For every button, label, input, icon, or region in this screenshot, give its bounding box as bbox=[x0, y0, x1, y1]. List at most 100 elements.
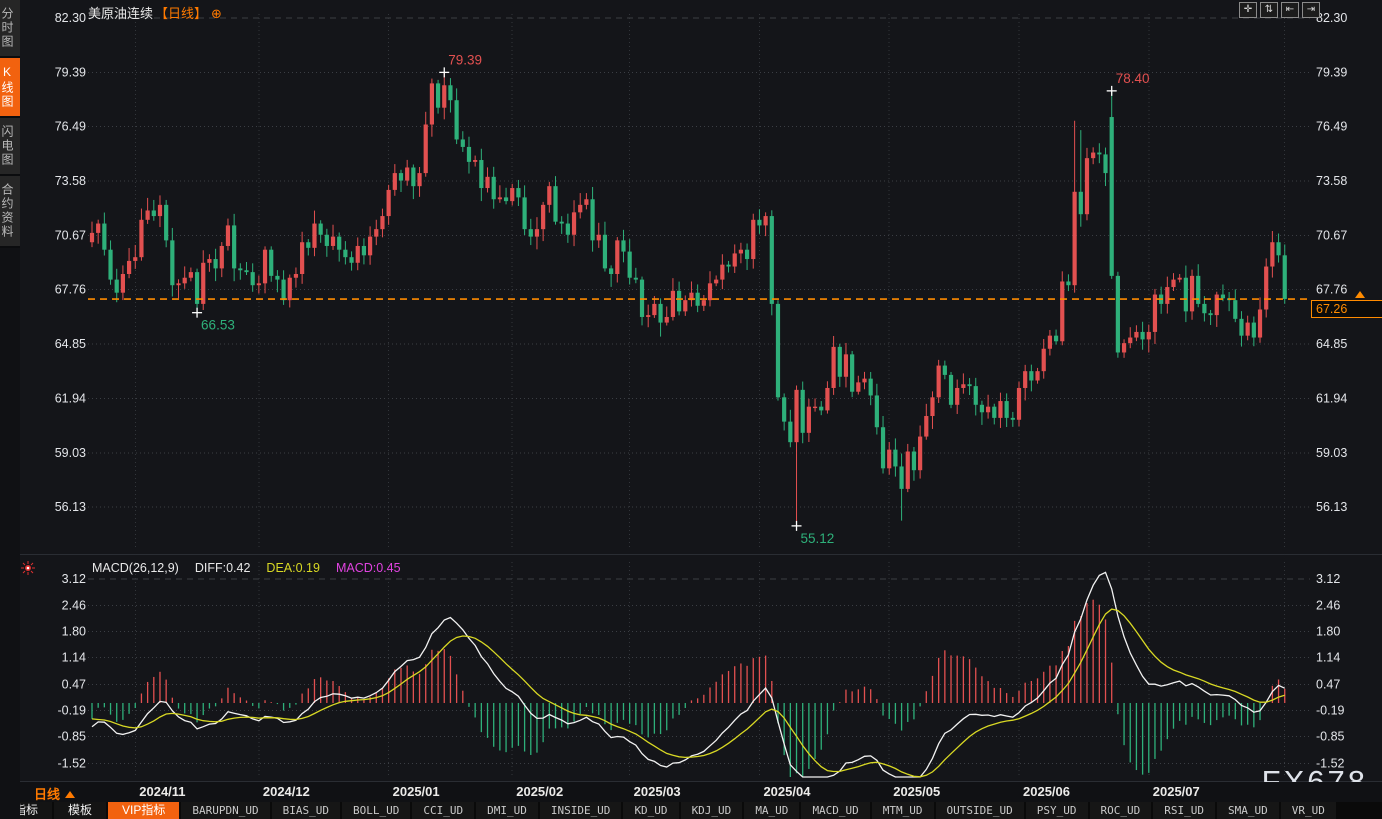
indicator-button-inside_ud[interactable]: INSIDE_UD bbox=[540, 802, 622, 819]
indicator-button-ma_ud[interactable]: MA_UD bbox=[744, 802, 799, 819]
macd-tick-label: 0.47 bbox=[1316, 677, 1340, 691]
extreme-price-label: 66.53 bbox=[201, 318, 235, 333]
x-axis-row: 日线 2024/11 2024/12 2025/01 2025/02 2025/03 20… bbox=[20, 782, 1382, 802]
price-tick-label: 59.03 bbox=[1316, 446, 1347, 460]
price-gridlines: 82.30 82.30 79.39 79.39 76.49 76.49 73.58 73.58… bbox=[55, 11, 1348, 550]
fit-x-axis-icon[interactable]: ⇤ bbox=[1281, 2, 1299, 18]
tab-templates[interactable]: 模板 bbox=[54, 802, 106, 819]
price-tick-label: 67.76 bbox=[55, 283, 86, 297]
price-tick-label: 82.30 bbox=[1316, 11, 1347, 25]
indicator-button-barupdn_ud[interactable]: BARUPDN_UD bbox=[181, 802, 269, 819]
price-tick-label: 76.49 bbox=[55, 120, 86, 134]
sidebar: 分时图 K线图 闪电图 合约资料 bbox=[0, 0, 20, 819]
price-tick-label: 76.49 bbox=[1316, 120, 1347, 134]
macd-tick-label: 1.14 bbox=[62, 651, 86, 665]
extreme-price-label: 78.40 bbox=[1116, 71, 1150, 86]
price-tick-label: 56.13 bbox=[55, 500, 86, 514]
price-tick-label: 82.30 bbox=[55, 11, 86, 25]
macd-tick-label: 3.12 bbox=[1316, 572, 1340, 586]
circle-plus-icon[interactable]: ⊕ bbox=[211, 6, 222, 21]
macd-tick-label: 2.46 bbox=[1316, 598, 1340, 612]
sidebar-item-contract-info[interactable]: 合约资料 bbox=[0, 176, 20, 248]
chart-header: 美原油连续【日线】 ⊕ bbox=[88, 3, 222, 22]
macd-tick-label: -0.85 bbox=[58, 730, 87, 744]
x-axis-label: 2025/06 bbox=[1023, 784, 1070, 799]
indicator-button-bias_ud[interactable]: BIAS_UD bbox=[272, 802, 340, 819]
price-tick-label: 56.13 bbox=[1316, 500, 1347, 514]
indicator-button-sma_ud[interactable]: SMA_UD bbox=[1217, 802, 1279, 819]
indicator-button-kd_ud[interactable]: KD_UD bbox=[623, 802, 678, 819]
macd-tick-label: 1.80 bbox=[62, 625, 86, 639]
indicator-button-boll_ud[interactable]: BOLL_UD bbox=[342, 802, 410, 819]
macd-tick-label: 1.14 bbox=[1316, 651, 1340, 665]
macd-gridlines: 3.12 3.12 2.46 2.46 1.80 1.80 1.14 1.14 0.47 0.47… bbox=[58, 562, 1345, 778]
indicator-button-cci_ud[interactable]: CCI_UD bbox=[412, 802, 474, 819]
x-axis-label: 2024/11 bbox=[139, 784, 185, 799]
price-tick-label: 73.58 bbox=[55, 174, 86, 188]
macd-tick-label: -0.19 bbox=[58, 704, 87, 718]
extreme-price-label: 55.12 bbox=[801, 531, 835, 546]
indicator-button-vr_ud[interactable]: VR_UD bbox=[1281, 802, 1336, 819]
macd-tick-label: 3.12 bbox=[62, 572, 86, 586]
period-selector[interactable]: 日线 bbox=[34, 784, 75, 803]
indicator-button-roc_ud[interactable]: ROC_UD bbox=[1090, 802, 1152, 819]
x-axis-label: 2025/02 bbox=[516, 784, 563, 799]
sidebar-item-time-chart[interactable]: 分时图 bbox=[0, 0, 20, 58]
price-tick-label: 73.58 bbox=[1316, 174, 1347, 188]
x-axis-label: 2025/05 bbox=[893, 784, 940, 799]
x-axis-label: 2025/01 bbox=[393, 784, 440, 799]
indicator-button-mtm_ud[interactable]: MTM_UD bbox=[872, 802, 934, 819]
x-axis-label: 2025/03 bbox=[634, 784, 681, 799]
price-tick-label: 79.39 bbox=[1316, 65, 1347, 79]
macd-tick-label: 0.47 bbox=[62, 677, 86, 691]
macd-histogram bbox=[92, 600, 1285, 777]
price-tick-label: 70.67 bbox=[1316, 228, 1347, 242]
price-chart-canvas[interactable]: 82.30 82.30 79.39 79.39 76.49 76.49 73.58 73.58… bbox=[0, 0, 1382, 556]
macd-param-label: MACD(26,12,9) bbox=[92, 561, 179, 575]
x-axis-label: 2024/12 bbox=[263, 784, 310, 799]
pan-right-icon[interactable]: ⇥ bbox=[1302, 2, 1320, 18]
price-tick-label: 64.85 bbox=[55, 337, 86, 351]
indicator-button-kdj_ud[interactable]: KDJ_UD bbox=[681, 802, 743, 819]
price-tick-label: 67.76 bbox=[1316, 283, 1347, 297]
price-tick-label: 59.03 bbox=[55, 446, 86, 460]
chart-scale-controls: ✛⇅⇤⇥ bbox=[1239, 2, 1320, 18]
price-tick-label: 79.39 bbox=[55, 65, 86, 79]
indicator-button-psy_ud[interactable]: PSY_UD bbox=[1026, 802, 1088, 819]
triangle-up-icon bbox=[65, 791, 75, 798]
x-axis-label: 2025/07 bbox=[1153, 784, 1200, 799]
macd-label-row: MACD(26,12,9) DIFF:0.42 DEA:0.19 MACD:0.… bbox=[92, 561, 401, 575]
symbol-title: 美原油连续 bbox=[88, 6, 153, 21]
period-tag: 【日线】 bbox=[155, 6, 207, 21]
live-dot-icon bbox=[21, 561, 35, 575]
indicator-button-rsi_ud[interactable]: RSI_UD bbox=[1153, 802, 1215, 819]
crosshair-icon[interactable]: ✛ bbox=[1239, 2, 1257, 18]
macd-tick-label: -0.85 bbox=[1316, 730, 1345, 744]
tab-vip-indicators[interactable]: VIP指标 bbox=[108, 802, 179, 819]
macd-chart-canvas[interactable]: 3.12 3.12 2.46 2.46 1.80 1.80 1.14 1.14 0.47 0.47… bbox=[0, 556, 1382, 782]
sidebar-item-kline-chart[interactable]: K线图 bbox=[0, 58, 20, 118]
indicator-toolbar: 指标模板VIP指标BARUPDN_UDBIAS_UDBOLL_UDCCI_UDD… bbox=[0, 802, 1382, 819]
extreme-price-label: 79.39 bbox=[448, 52, 482, 67]
price-tick-label: 70.67 bbox=[55, 228, 86, 242]
macd-tick-label: -0.19 bbox=[1316, 704, 1345, 718]
price-tick-label: 64.85 bbox=[1316, 337, 1347, 351]
fit-y-axis-icon[interactable]: ⇅ bbox=[1260, 2, 1278, 18]
indicator-button-macd_ud[interactable]: MACD_UD bbox=[801, 802, 869, 819]
sidebar-item-flash-chart[interactable]: 闪电图 bbox=[0, 118, 20, 176]
macd-macd-label: MACD:0.45 bbox=[336, 561, 401, 575]
price-up-arrow-icon bbox=[1355, 291, 1365, 298]
trading-app-window: 分时图 K线图 闪电图 合约资料 美原油连续【日线】⊕ ✛⇅⇤⇥ 82.3082… bbox=[0, 0, 1382, 819]
price-tick-label: 61.94 bbox=[55, 391, 86, 405]
macd-tick-label: -1.52 bbox=[58, 756, 87, 770]
current-price-tag: 67.26 bbox=[1311, 300, 1382, 318]
macd-tick-label: 1.80 bbox=[1316, 625, 1340, 639]
macd-diff-label: DIFF:0.42 bbox=[195, 561, 251, 575]
macd-tick-label: 2.46 bbox=[62, 598, 86, 612]
period-selector-label: 日线 bbox=[34, 787, 60, 802]
indicator-button-dmi_ud[interactable]: DMI_UD bbox=[476, 802, 538, 819]
x-axis-label: 2025/04 bbox=[763, 784, 810, 799]
macd-dea-label: DEA:0.19 bbox=[266, 561, 320, 575]
price-tick-label: 61.94 bbox=[1316, 391, 1347, 405]
indicator-button-outside_ud[interactable]: OUTSIDE_UD bbox=[936, 802, 1024, 819]
